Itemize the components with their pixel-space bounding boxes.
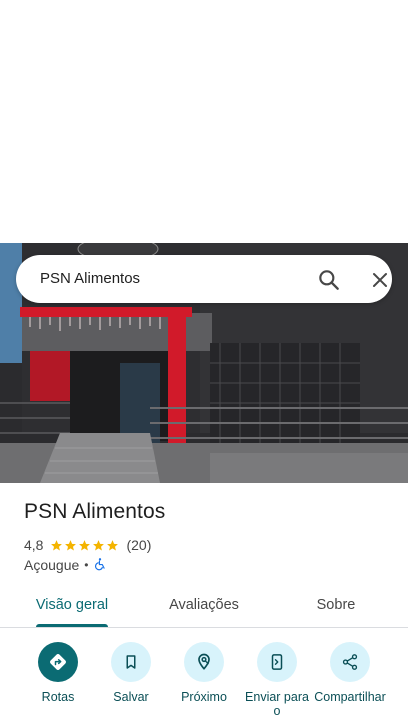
directions-label: Rotas [41, 690, 75, 704]
directions-button[interactable]: Rotas [18, 642, 98, 704]
category-separator: • [84, 558, 89, 572]
close-icon[interactable] [368, 268, 392, 292]
search-icon[interactable] [316, 267, 342, 293]
nearby-button[interactable]: Próximo [164, 642, 244, 704]
save-label: Salvar [113, 690, 149, 704]
nearby-label: Próximo [181, 690, 227, 704]
rating-value: 4,8 [24, 537, 44, 553]
search-bar[interactable]: PSN Alimentos [16, 255, 392, 303]
save-button[interactable]: Salvar [91, 642, 171, 704]
star-rating [50, 539, 120, 552]
tab-about[interactable]: Sobre [300, 586, 372, 624]
star-icon [51, 539, 63, 550]
send-to-phone-button[interactable]: Enviar para o [237, 642, 317, 718]
star-icon [79, 539, 91, 550]
bookmark-icon [111, 642, 151, 682]
rating-row[interactable]: 4,8 (20) [24, 536, 151, 554]
place-title: PSN Alimentos [24, 500, 166, 523]
send-to-phone-label: Enviar para o [245, 690, 309, 718]
place-tabs: Visão geral Avaliações Sobre [0, 586, 408, 628]
share-button[interactable]: Compartilhar [310, 642, 390, 704]
share-label: Compartilhar [314, 690, 386, 704]
tab-reviews[interactable]: Avaliações [156, 586, 252, 624]
review-count: (20) [126, 537, 152, 553]
wheelchair-icon [93, 557, 107, 574]
tabs-divider [0, 627, 408, 628]
search-input[interactable]: PSN Alimentos [40, 255, 140, 303]
category-row: Açougue • [24, 556, 107, 574]
send-to-phone-icon [257, 642, 297, 682]
place-category: Açougue [24, 557, 80, 573]
star-icon [107, 539, 119, 550]
share-icon [330, 642, 370, 682]
directions-icon [38, 642, 78, 682]
star-icon [93, 539, 105, 550]
nearby-icon [184, 642, 224, 682]
star-icon [65, 539, 77, 550]
action-bar: Rotas Salvar Próximo Enviar para o Compa… [0, 642, 408, 726]
map-area[interactable] [0, 0, 408, 243]
place-page: PSN Alimentos PSN Alimentos 4,8 (20) Aço… [0, 0, 408, 726]
tab-overview[interactable]: Visão geral [24, 586, 120, 624]
